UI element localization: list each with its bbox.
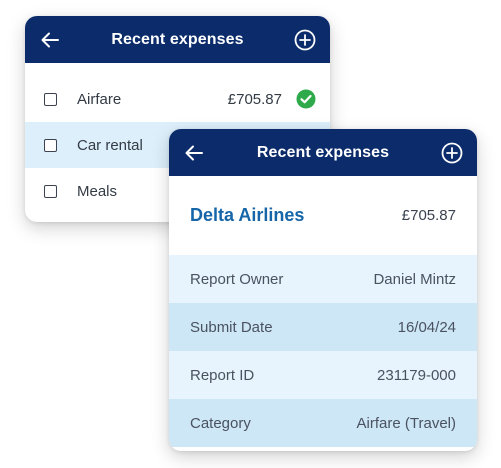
- field-label: Report Owner: [190, 270, 284, 288]
- field-category: Category Airfare (Travel): [169, 399, 477, 447]
- detail-summary: Delta Airlines £705.87: [169, 176, 477, 255]
- meals-checkbox[interactable]: [44, 184, 57, 198]
- field-value: Daniel Mintz: [373, 270, 456, 288]
- arrow-left-icon[interactable]: [39, 29, 61, 51]
- car-rental-checkbox[interactable]: [44, 138, 57, 152]
- list-item-airfare[interactable]: Airfare £705.87: [25, 76, 330, 122]
- list-card-header: Recent expenses: [25, 16, 330, 63]
- field-value: Airfare (Travel): [356, 414, 456, 432]
- field-value: 231179-000: [377, 366, 456, 384]
- detail-card-header: Recent expenses: [169, 129, 477, 176]
- field-label: Category: [190, 414, 251, 432]
- list-item-amount: £705.87: [227, 90, 282, 108]
- arrow-left-icon[interactable]: [183, 142, 205, 164]
- check-circle-icon: [296, 89, 316, 109]
- vendor-name: Delta Airlines: [190, 205, 305, 225]
- field-label: Submit Date: [190, 318, 273, 336]
- plus-circle-icon[interactable]: [441, 142, 463, 164]
- field-label: Report ID: [190, 366, 255, 384]
- detail-amount: £705.87: [401, 207, 456, 224]
- field-report-id: Report ID 231179-000: [169, 351, 477, 399]
- list-item-label: Airfare: [77, 90, 122, 108]
- list-card-title: Recent expenses: [111, 30, 244, 48]
- field-submit-date: Submit Date 16/04/24: [169, 303, 477, 351]
- field-value: 16/04/24: [397, 318, 456, 336]
- detail-card-title: Recent expenses: [256, 143, 390, 161]
- plus-circle-icon[interactable]: [294, 29, 316, 51]
- expense-detail-card: Recent expenses Delta Airlines £705.87 R…: [169, 129, 477, 451]
- airfare-checkbox[interactable]: [44, 92, 57, 106]
- field-report-owner: Report Owner Daniel Mintz: [169, 255, 477, 303]
